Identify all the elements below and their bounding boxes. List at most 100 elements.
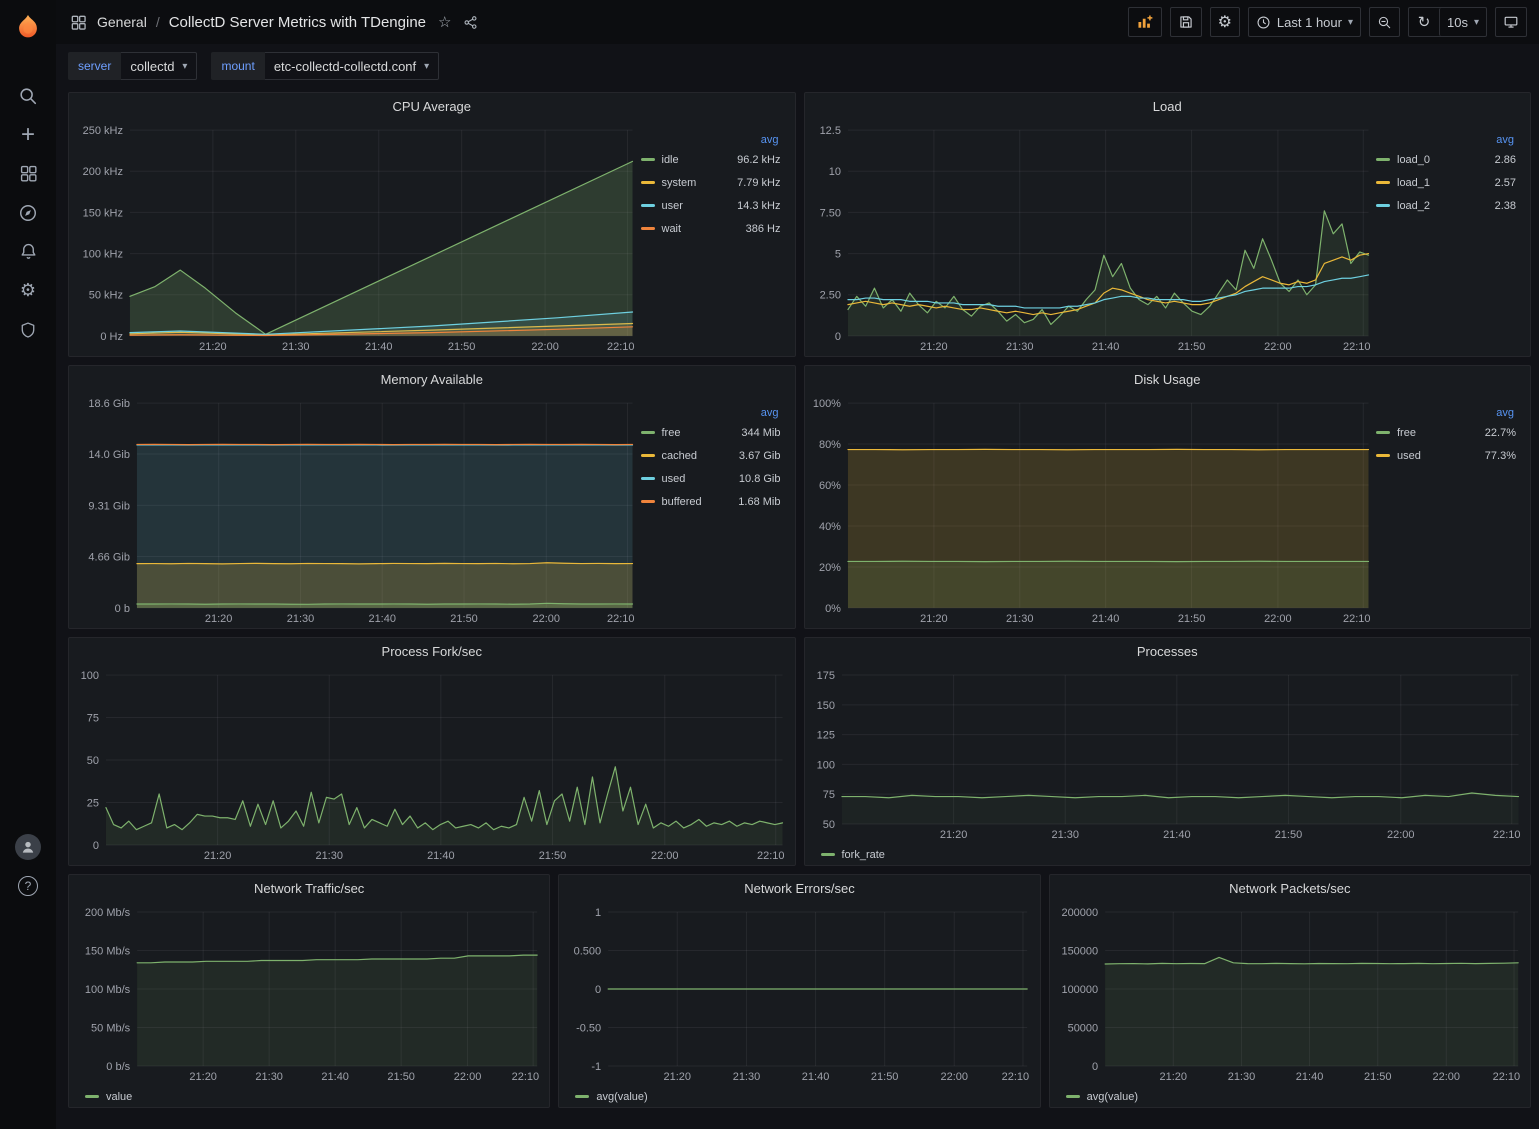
panel-title[interactable]: Load <box>805 93 1531 120</box>
panel: Disk Usage 0%20%40%60%80%100%21:2021:302… <box>804 365 1532 629</box>
legend-right: avg idle96.2 kHzsystem7.79 kHzuser14.3 kH… <box>641 120 791 356</box>
legend-item[interactable]: idle96.2 kHz <box>641 148 781 171</box>
legend-label[interactable]: fork_rate <box>842 849 885 861</box>
panel-title[interactable]: Network Traffic/sec <box>69 875 549 902</box>
legend-label[interactable]: free <box>1397 427 1416 439</box>
legend-label[interactable]: load_1 <box>1397 177 1430 189</box>
panel-title[interactable]: Network Errors/sec <box>559 875 1039 902</box>
sidebar: + ⚙ <box>0 0 56 1129</box>
legend-item[interactable]: free344 Mib <box>641 421 781 444</box>
dashboard-grid-icon[interactable] <box>70 14 87 31</box>
refresh-button[interactable]: ↻ <box>1409 8 1439 36</box>
svg-text:22:10: 22:10 <box>607 613 635 625</box>
legend-label[interactable]: avg(value) <box>596 1091 647 1103</box>
legend-label[interactable]: used <box>662 473 686 485</box>
legend-label[interactable]: wait <box>662 223 682 235</box>
legend-item[interactable]: used77.3% <box>1376 444 1516 467</box>
star-icon[interactable]: ☆ <box>438 13 451 31</box>
svg-text:21:40: 21:40 <box>321 1071 349 1083</box>
grafana-logo[interactable] <box>6 6 50 50</box>
add-panel-button[interactable] <box>1128 7 1162 37</box>
svg-text:21:30: 21:30 <box>287 613 315 625</box>
legend-item[interactable]: load_22.38 <box>1376 194 1516 217</box>
legend-item[interactable]: load_12.57 <box>1376 171 1516 194</box>
save-dashboard-button[interactable] <box>1170 7 1202 37</box>
legend-item[interactable]: system7.79 kHz <box>641 171 781 194</box>
legend-item[interactable]: value <box>85 1091 132 1103</box>
legend-label[interactable]: free <box>662 427 681 439</box>
create-icon[interactable]: + <box>8 115 48 154</box>
chart[interactable]: 0%20%40%60%80%100%21:2021:3021:4021:5022… <box>809 393 1377 628</box>
panel-title[interactable]: Processes <box>805 638 1531 665</box>
help-icon[interactable]: ? <box>8 866 48 905</box>
legend-item[interactable]: used10.8 Gib <box>641 467 781 490</box>
refresh-interval-button[interactable]: 10s ▾ <box>1439 8 1486 36</box>
legend-label[interactable]: buffered <box>662 496 702 508</box>
chart[interactable]: 025507510021:2021:3021:4021:5022:0022:10 <box>73 665 791 865</box>
avatar[interactable] <box>8 827 48 866</box>
legend-label[interactable]: used <box>1397 450 1421 462</box>
zoom-out-button[interactable] <box>1369 7 1400 37</box>
legend-calc-header[interactable]: avg <box>641 134 779 146</box>
svg-text:21:30: 21:30 <box>315 850 343 862</box>
tv-mode-button[interactable] <box>1495 7 1527 37</box>
chart[interactable]: 05000010000015000020000021:2021:3021:402… <box>1054 902 1526 1086</box>
chart[interactable]: 0 Hz50 kHz100 kHz150 kHz200 kHz250 kHz21… <box>73 120 641 356</box>
legend-label[interactable]: avg(value) <box>1087 1091 1138 1103</box>
server-admin-shield-icon[interactable] <box>8 310 48 349</box>
legend-swatch <box>641 431 655 434</box>
variables-bar: server collectd ▾ mount etc-collectd-col… <box>56 44 1539 88</box>
chart[interactable]: 507510012515017521:2021:3021:4021:5022:0… <box>809 665 1527 844</box>
panel-title[interactable]: Process Fork/sec <box>69 638 795 665</box>
alerting-bell-icon[interactable] <box>8 232 48 271</box>
panel-title[interactable]: CPU Average <box>69 93 795 120</box>
svg-text:100000: 100000 <box>1061 984 1098 996</box>
legend-swatch <box>641 204 655 207</box>
svg-text:22:00: 22:00 <box>651 850 679 862</box>
chart[interactable]: -1-0.5000.500121:2021:3021:4021:5022:002… <box>563 902 1035 1086</box>
legend-calc-header[interactable]: avg <box>1376 407 1514 419</box>
panel-title[interactable]: Network Packets/sec <box>1050 875 1530 902</box>
legend-calc-header[interactable]: avg <box>1376 134 1514 146</box>
svg-text:175: 175 <box>816 670 834 682</box>
legend-label[interactable]: idle <box>662 154 679 166</box>
legend-item[interactable]: wait386 Hz <box>641 217 781 240</box>
legend-item[interactable]: fork_rate <box>821 849 885 861</box>
dashboard-settings-button[interactable]: ⚙ <box>1210 7 1240 37</box>
share-icon[interactable] <box>463 15 478 30</box>
legend-calc-header[interactable]: avg <box>641 407 779 419</box>
explore-compass-icon[interactable] <box>8 193 48 232</box>
breadcrumb-section[interactable]: General <box>97 14 147 30</box>
legend-label[interactable]: cached <box>662 450 697 462</box>
svg-text:21:20: 21:20 <box>920 341 948 353</box>
chart[interactable]: 0 b4.66 Gib9.31 Gib14.0 Gib18.6 Gib21:20… <box>73 393 641 628</box>
legend-item[interactable]: free22.7% <box>1376 421 1516 444</box>
legend-label[interactable]: load_2 <box>1397 200 1430 212</box>
legend-label[interactable]: value <box>106 1091 132 1103</box>
variable-select-server[interactable]: collectd ▾ <box>121 52 197 80</box>
variable-select-mount[interactable]: etc-collectd-collectd.conf ▾ <box>265 52 439 80</box>
dashboard-row: CPU Average 0 Hz50 kHz100 kHz150 kHz200 … <box>68 92 1531 357</box>
time-range-picker[interactable]: Last 1 hour ▾ <box>1248 7 1361 37</box>
chart[interactable]: 0 b/s50 Mb/s100 Mb/s150 Mb/s200 Mb/s21:2… <box>73 902 545 1086</box>
panel-body: 0 Hz50 kHz100 kHz150 kHz200 kHz250 kHz21… <box>69 120 795 356</box>
panel-title[interactable]: Memory Available <box>69 366 795 393</box>
legend-item[interactable]: avg(value) <box>1066 1091 1138 1103</box>
legend-item[interactable]: user14.3 kHz <box>641 194 781 217</box>
chart[interactable]: 02.5057.501012.521:2021:3021:4021:5022:0… <box>809 120 1377 356</box>
legend-item[interactable]: cached3.67 Gib <box>641 444 781 467</box>
legend-label[interactable]: user <box>662 200 683 212</box>
svg-text:40%: 40% <box>818 521 840 533</box>
svg-text:100: 100 <box>816 759 834 771</box>
legend-label[interactable]: system <box>662 177 697 189</box>
search-icon[interactable] <box>8 76 48 115</box>
dashboards-icon[interactable] <box>8 154 48 193</box>
legend-item[interactable]: avg(value) <box>575 1091 647 1103</box>
legend-item[interactable]: load_02.86 <box>1376 148 1516 171</box>
svg-text:21:40: 21:40 <box>1091 341 1119 353</box>
svg-text:22:00: 22:00 <box>1264 341 1292 353</box>
legend-item[interactable]: buffered1.68 Mib <box>641 490 781 513</box>
configuration-gear-icon[interactable]: ⚙ <box>8 271 48 310</box>
legend-label[interactable]: load_0 <box>1397 154 1430 166</box>
panel-title[interactable]: Disk Usage <box>805 366 1531 393</box>
